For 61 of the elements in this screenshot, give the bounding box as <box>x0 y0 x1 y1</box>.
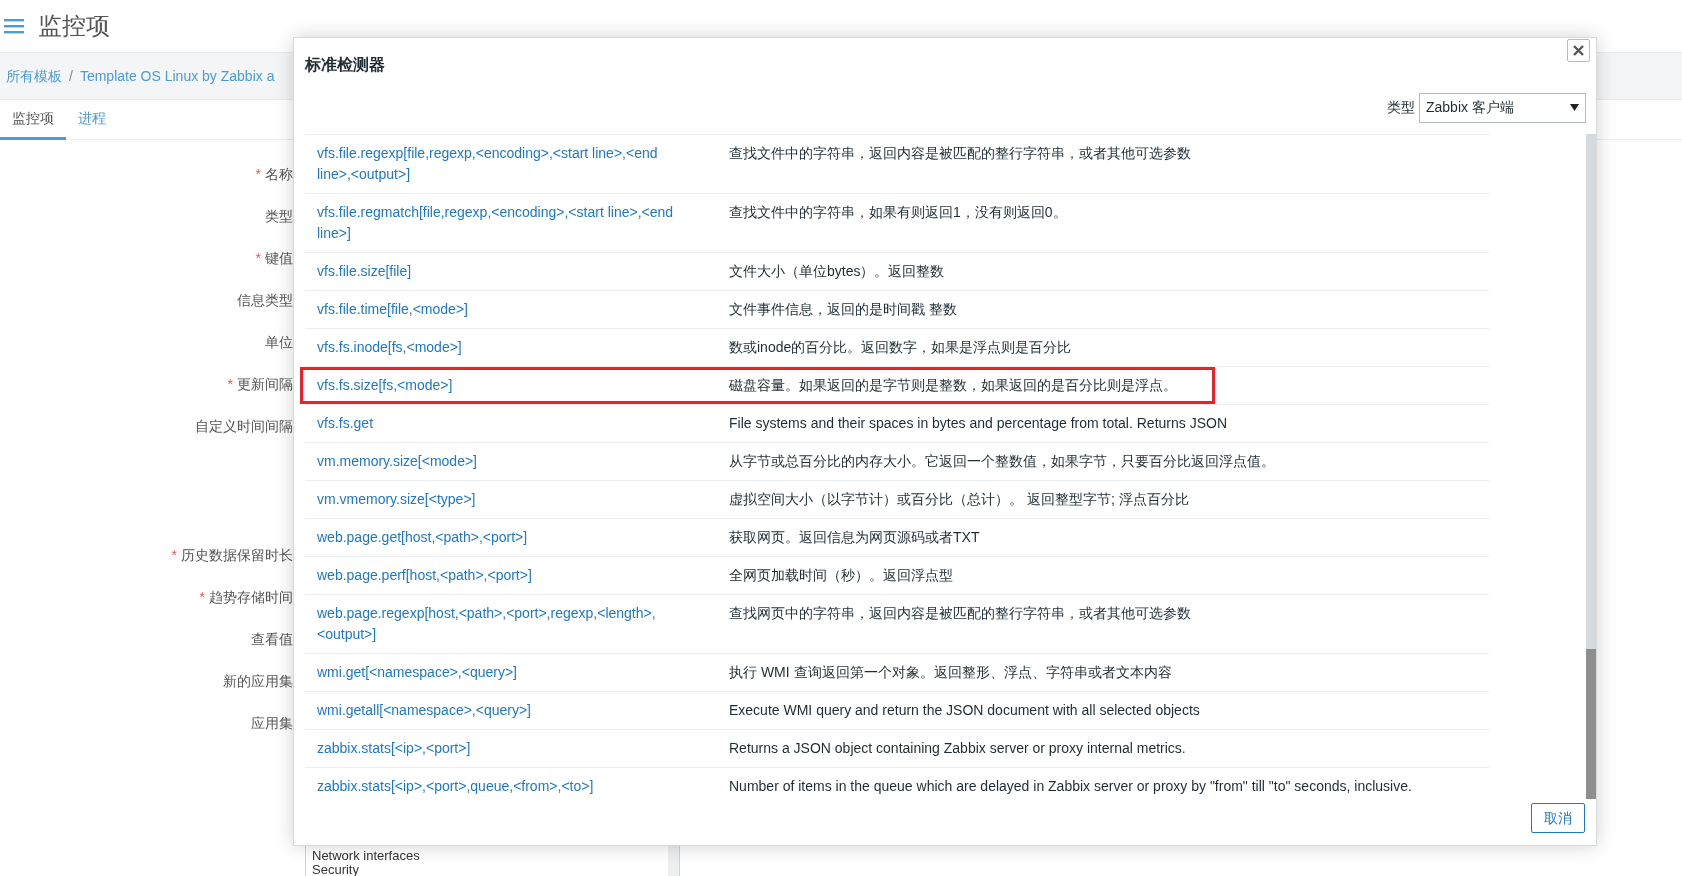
page-title: 监控项 <box>38 11 110 41</box>
item-key-link[interactable]: vfs.file.time[file,<mode>] <box>317 299 689 320</box>
breadcrumb-separator: / <box>69 66 73 86</box>
item-key-link[interactable]: vfs.file.size[file] <box>317 261 689 282</box>
item-description: Number of items in the queue which are delayed in Zabbix server or proxy by "from" till "to" seconds, inclusive. <box>729 778 1412 794</box>
field-label: * 名称 <box>255 166 293 182</box>
item-key-link[interactable]: web.page.get[host,<path>,<port>] <box>317 527 689 548</box>
tab[interactable]: 监控项 <box>0 100 66 140</box>
item-key-link[interactable]: web.page.perf[host,<path>,<port>] <box>317 565 689 586</box>
item-key-link[interactable]: vfs.file.regmatch[file,regexp,<encoding>,<start line>,<end line>] <box>317 202 689 244</box>
dialog-title: 标准检测器 <box>305 55 385 75</box>
field-label: * 更新间隔 <box>227 376 293 392</box>
item-description: 查找文件中的字符串，返回内容是被匹配的整行字符串，或者其他可选参数 <box>729 145 1191 161</box>
item-description: Returns a JSON object containing Zabbix server or proxy internal metrics. <box>729 740 1186 756</box>
item-description: 数或inode的百分比。返回数字，如果是浮点则是百分比 <box>729 339 1072 355</box>
type-select[interactable]: Zabbix 客户端 <box>1419 92 1586 123</box>
field-label: 新的应用集 <box>223 673 293 689</box>
breadcrumb-link[interactable]: Template OS Linux by Zabbix a <box>79 65 275 87</box>
scrollbar[interactable] <box>1586 134 1596 799</box>
item-description: 磁盘容量。如果返回的是字节则是整数，如果返回的是百分比则是浮点。 <box>729 377 1177 393</box>
type-label: 类型 <box>1387 98 1415 117</box>
item-description: 文件大小（单位bytes）。返回整数 <box>729 263 945 279</box>
field-label: * 键值 <box>255 250 293 266</box>
close-button[interactable] <box>1567 39 1590 62</box>
list-option[interactable]: Network interfaces <box>312 849 420 863</box>
breadcrumb-link[interactable]: 所有模板 <box>6 65 62 87</box>
list-option[interactable]: Security <box>312 863 359 876</box>
item-description: 查找网页中的字符串，返回内容是被匹配的整行字符串，或者其他可选参数 <box>729 605 1191 621</box>
item-key-link[interactable]: zabbix.stats[<ip>,<port>,queue,<from>,<to>] <box>317 776 689 797</box>
cancel-button[interactable]: 取消 <box>1531 803 1585 833</box>
item-description: 文件事件信息，返回的是时间戳 整数 <box>729 301 957 317</box>
item-key-link[interactable]: vfs.fs.get <box>317 413 689 434</box>
field-label: 信息类型 <box>237 292 293 308</box>
close-icon <box>1573 45 1584 56</box>
item-description: 虚拟空间大小（以字节计）或百分比（总计）。 返回整型字节; 浮点百分比 <box>729 491 1189 507</box>
item-description: 查找文件中的字符串，如果有则返回1，没有则返回0。 <box>729 204 1067 220</box>
field-label: 单位 <box>265 334 293 350</box>
item-description: File systems and their spaces in bytes and percentage from total. Returns JSON <box>729 415 1227 431</box>
field-label: * 趋势存储时间 <box>199 589 293 605</box>
menu-icon[interactable] <box>4 18 24 34</box>
item-description: Execute WMI query and return the JSON document with all selected objects <box>729 702 1200 718</box>
item-key-link[interactable]: vfs.fs.inode[fs,<mode>] <box>317 337 689 358</box>
field-label: 应用集 <box>251 715 293 731</box>
item-description: 从字节或总百分比的内存大小。它返回一个整数值，如果字节，只要百分比返回浮点值。 <box>729 453 1275 469</box>
item-key-link[interactable]: vm.memory.size[<mode>] <box>317 451 689 472</box>
item-key-link[interactable]: vfs.file.regexp[file,regexp,<encoding>,<start line>,<end line>,<output>] <box>317 143 689 185</box>
item-key-link[interactable]: vfs.fs.size[fs,<mode>] <box>317 375 689 396</box>
item-key-link[interactable]: vm.vmemory.size[<type>] <box>317 489 689 510</box>
item-key-link[interactable]: wmi.get[<namespace>,<query>] <box>317 662 689 683</box>
field-label: 类型 <box>265 208 293 224</box>
field-label: 查看值 <box>251 631 293 647</box>
tab[interactable]: 进程 <box>66 100 118 140</box>
item-key-link[interactable]: wmi.getall[<namespace>,<query>] <box>317 700 689 721</box>
field-label: 自定义时间间隔 <box>195 418 293 434</box>
caret-icon <box>1570 104 1579 111</box>
item-description: 获取网页。返回信息为网页源码或者TXT <box>729 529 980 545</box>
item-description: 执行 WMI 查询返回第一个对象。返回整形、浮点、字符串或者文本内容 <box>729 664 1172 680</box>
item-description: 全网页加载时间（秒）。返回浮点型 <box>729 567 953 583</box>
item-key-link[interactable]: zabbix.stats[<ip>,<port>] <box>317 738 689 759</box>
item-key-link[interactable]: web.page.regexp[host,<path>,<port>,regexp,<length>,<output>] <box>317 603 689 645</box>
field-label: * 历史数据保留时长 <box>171 547 293 563</box>
